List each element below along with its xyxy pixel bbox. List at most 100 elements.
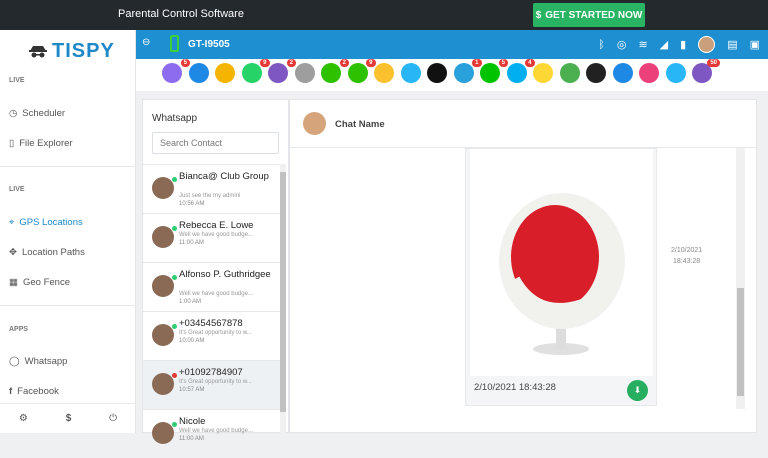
spy-icon xyxy=(29,45,47,57)
contact-row[interactable]: Nicole Well we have good budge... 11:00 AM xyxy=(143,409,281,458)
app-badge: 4 xyxy=(525,59,535,67)
signal-icon[interactable]: ◢ xyxy=(660,38,668,51)
get-started-button[interactable]: $ GET STARTED NOW xyxy=(533,3,645,27)
contact-time: 10:57 AM xyxy=(179,387,205,393)
app-icon[interactable] xyxy=(533,63,553,83)
app-icon[interactable]: 9 xyxy=(241,59,270,83)
banner-title: Parental Control Software xyxy=(118,8,244,20)
app-badge: 50 xyxy=(707,59,720,67)
billing-icon[interactable]: $ xyxy=(66,413,72,424)
section-live: LIVE xyxy=(9,77,25,84)
us-flag-icon[interactable]: ▤ xyxy=(727,38,737,51)
contact-list-panel: Whatsapp Search Contact Bianca@ Club Gro… xyxy=(142,99,289,444)
message-timestamp: 2/10/2021 18:43:28 xyxy=(474,382,556,393)
contact-preview: Well we have good budge... xyxy=(179,291,253,297)
app-badge: 5 xyxy=(498,59,508,67)
app-icon[interactable] xyxy=(400,63,421,83)
move-icon: ✥ xyxy=(9,247,17,258)
app-icon[interactable] xyxy=(188,63,209,83)
get-started-label: GET STARTED NOW xyxy=(545,9,643,21)
app-icon[interactable]: 4 xyxy=(506,59,535,83)
battery-icon[interactable]: ▮ xyxy=(680,38,686,51)
app-icon[interactable]: 2 xyxy=(268,59,296,83)
back-icon[interactable]: ⊖ xyxy=(142,37,150,48)
contact-preview: Just see the my admini xyxy=(179,193,241,199)
app-icon[interactable]: 50 xyxy=(692,59,720,83)
app-badge: 2 xyxy=(286,59,296,67)
chat-scrollbar[interactable] xyxy=(736,148,745,409)
section-live-2: LIVE xyxy=(9,186,25,193)
user-avatar[interactable] xyxy=(698,36,716,53)
app-icon[interactable] xyxy=(559,63,580,83)
contact-name: +01092784907 xyxy=(179,367,243,378)
power-icon[interactable]: ⏻ xyxy=(109,413,117,424)
device-status-icons: ᛒ ◎ ≋ ◢ ▮ ▤ ▣ xyxy=(598,36,760,53)
contact-row[interactable]: +03454567878 It's Great opportunity to w.… xyxy=(143,311,281,360)
status-dot xyxy=(172,324,177,329)
device-bar: ⊖ GT-I9505 ᛒ ◎ ≋ ◢ ▮ ▤ ▣ xyxy=(136,30,768,59)
divider xyxy=(0,166,136,167)
app-icon[interactable] xyxy=(374,63,394,83)
app-icon[interactable] xyxy=(586,63,606,83)
app-badge: 1 xyxy=(472,59,482,67)
nav-label: GPS Locations xyxy=(19,217,83,228)
contact-row[interactable]: Bianca@ Club Group Just see the my admini… xyxy=(143,164,281,213)
app-icon[interactable] xyxy=(665,63,686,83)
nav-label: Whatsapp xyxy=(24,356,68,367)
status-dot xyxy=(172,226,177,231)
app-icon[interactable] xyxy=(612,63,633,83)
contact-row[interactable]: Alfonso P. Guthridgee Well we have good b… xyxy=(143,262,281,311)
app-icon-strip: 5 9 2 2 9 1 5 4 50 xyxy=(136,59,768,91)
contact-row[interactable]: +01092784907 It's Great opportunity to w.… xyxy=(143,360,281,409)
app-badge: 5 xyxy=(180,59,190,67)
app-icon[interactable]: 5 xyxy=(162,59,190,83)
gps-icon[interactable]: ◎ xyxy=(617,38,627,51)
top-banner: Parental Control Software $ GET STARTED … xyxy=(0,0,768,30)
contact-scrollbar[interactable] xyxy=(280,164,286,434)
app-badge: 9 xyxy=(260,59,270,67)
download-button[interactable]: ⬇ xyxy=(627,380,648,401)
divider xyxy=(0,305,136,306)
nav-scheduler[interactable]: ◷ Scheduler xyxy=(9,108,65,119)
nav-gps-locations[interactable]: ⌖ GPS Locations xyxy=(9,217,83,228)
dollar-icon: $ xyxy=(535,9,542,21)
status-dot xyxy=(172,422,177,427)
app-icon[interactable]: 1 xyxy=(453,59,482,83)
contact-time: 11:00 AM xyxy=(179,240,204,246)
gift-icon[interactable]: ▣ xyxy=(750,38,760,51)
clock-icon: ◷ xyxy=(9,108,18,119)
side-time: 18:43:28 xyxy=(672,258,701,265)
settings-icon[interactable]: ⚙ xyxy=(19,413,28,424)
device-model[interactable]: GT-I9505 xyxy=(188,39,230,50)
search-contact-input[interactable]: Search Contact xyxy=(152,132,279,154)
chat-avatar xyxy=(303,112,326,135)
contact-avatar xyxy=(152,226,174,248)
chair-image[interactable] xyxy=(470,149,653,376)
contact-avatar xyxy=(152,275,174,297)
app-icon[interactable] xyxy=(294,63,315,83)
app-icon[interactable] xyxy=(215,63,235,83)
contact-row[interactable]: Rebecca E. Lowe Well we have good budge..… xyxy=(143,213,281,262)
facebook-icon: f xyxy=(9,386,13,397)
phone-icon xyxy=(170,35,179,52)
nav-file-explorer[interactable]: ▯ File Explorer xyxy=(9,138,73,149)
side-date: 2/10/2021 xyxy=(671,247,703,254)
app-icon[interactable] xyxy=(427,63,447,83)
logo[interactable]: TISPY xyxy=(28,40,115,63)
app-icon[interactable]: 2 xyxy=(321,59,349,83)
app-icon[interactable] xyxy=(639,63,659,83)
app-icon[interactable]: 5 xyxy=(480,59,508,83)
app-icon[interactable]: 9 xyxy=(347,59,376,83)
app-badge: 9 xyxy=(366,59,376,67)
app-badge: 2 xyxy=(339,59,349,67)
bluetooth-icon[interactable]: ᛒ xyxy=(598,39,605,51)
egg-chair-illustration xyxy=(499,193,625,355)
nav-location-paths[interactable]: ✥ Location Paths xyxy=(9,247,85,258)
contact-preview: It's Great opportunity to w... xyxy=(179,379,252,385)
download-icon: ⬇ xyxy=(633,385,642,395)
map-icon: ▦ xyxy=(9,277,18,288)
nav-whatsapp[interactable]: ◯ Whatsapp xyxy=(9,356,67,367)
nav-geo-fence[interactable]: ▦ Geo Fence xyxy=(9,277,70,288)
nav-facebook[interactable]: f Facebook xyxy=(9,386,59,397)
wifi-icon[interactable]: ≋ xyxy=(638,38,647,51)
